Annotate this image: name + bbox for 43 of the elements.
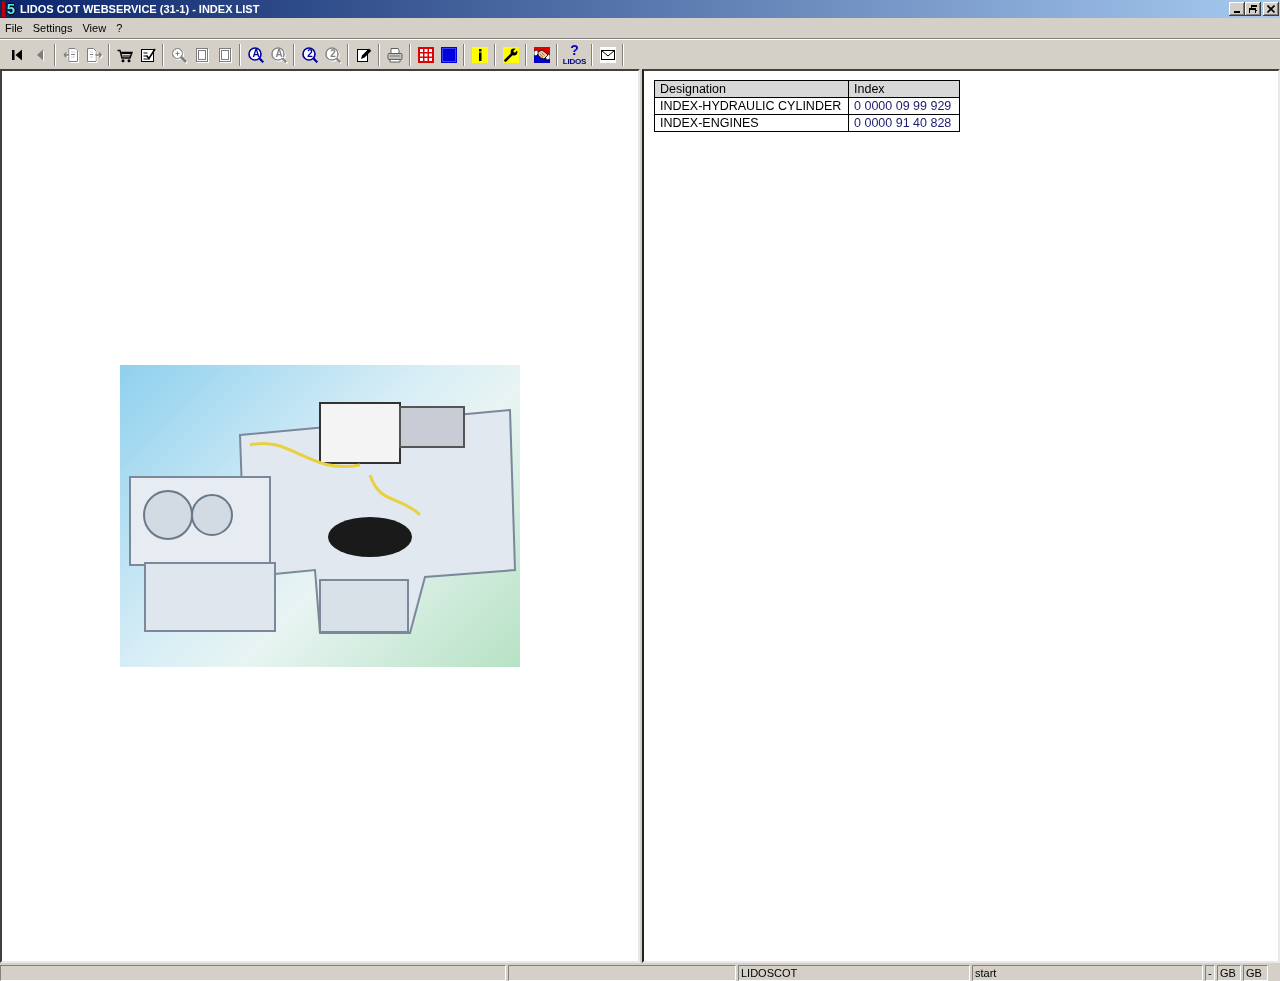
menu-item[interactable]: ? — [111, 20, 128, 36]
table-cell: INDEX-ENGINES — [654, 114, 849, 132]
wrench-icon — [502, 46, 519, 63]
checklist-icon — [139, 46, 156, 63]
close-button[interactable] — [1263, 2, 1279, 16]
status-panel: - — [1205, 965, 1215, 981]
index-link[interactable]: 0 0000 91 40 828 — [848, 114, 960, 132]
info-icon — [471, 46, 488, 63]
menu-item[interactable]: Settings — [27, 20, 78, 36]
magnifier-icon — [301, 46, 318, 63]
magnifier-icon — [247, 46, 264, 63]
page-icon — [216, 46, 233, 63]
status-panel: GB — [1217, 965, 1241, 981]
menu-item[interactable]: View — [77, 20, 112, 36]
status-panel: start — [972, 965, 1203, 981]
find-button[interactable]: A — [244, 42, 267, 67]
status-panel: LIDOSCOT — [738, 965, 970, 981]
envelope-icon — [599, 46, 616, 63]
square-icon — [440, 46, 457, 63]
column-header: Index — [848, 80, 960, 98]
magnifier-icon — [270, 46, 287, 63]
table-cell: INDEX-HYDRAULIC CYLINDER — [654, 97, 849, 115]
restore-icon — [1249, 5, 1257, 13]
magnifier-icon — [324, 46, 341, 63]
page-icon — [193, 46, 210, 63]
app-logo: 5 — [2, 1, 17, 17]
printer-icon — [386, 46, 403, 63]
find-button[interactable]: 2 — [298, 42, 321, 67]
close-icon — [1267, 5, 1275, 13]
index-link[interactable]: 0 0000 09 99 929 — [848, 97, 960, 115]
handshake-icon — [533, 46, 550, 63]
minimize-button[interactable] — [1229, 2, 1245, 16]
document-arrow-icon — [85, 46, 102, 63]
restore-button[interactable] — [1245, 2, 1261, 16]
menu-item[interactable]: File — [0, 20, 28, 36]
status-panel: GB — [1243, 965, 1268, 981]
help-button[interactable]: ? LIDOS — [561, 42, 588, 67]
column-header: Designation — [654, 80, 849, 98]
document-arrow-icon — [62, 46, 79, 63]
edit-icon — [355, 46, 372, 63]
zoom-in-icon — [170, 46, 187, 63]
window-title: LIDOS COT WEBSERVICE (31-1) - INDEX LIST — [20, 1, 260, 17]
grid-icon — [417, 46, 434, 63]
